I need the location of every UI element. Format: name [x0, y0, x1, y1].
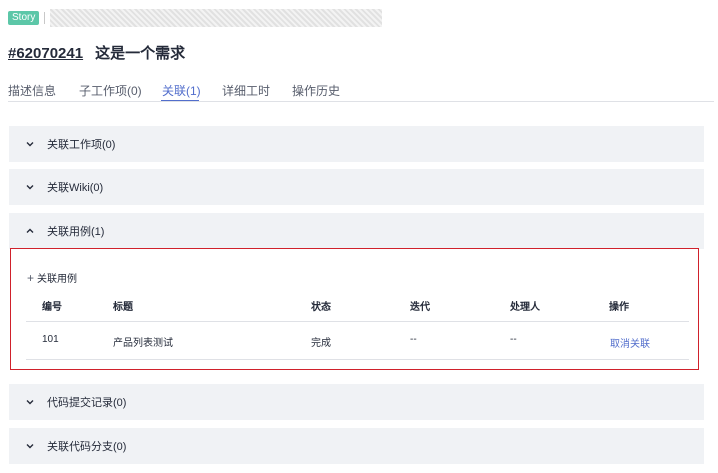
- issue-title: 这是一个需求: [95, 45, 186, 62]
- column-header-assignee: 处理人: [510, 302, 540, 313]
- add-test-case-button[interactable]: + 关联用例: [27, 270, 78, 286]
- plus-icon: +: [27, 270, 35, 285]
- panel-related-wiki[interactable]: 关联Wiki(0): [9, 169, 704, 205]
- chevron-down-icon: [25, 441, 35, 451]
- table-header-divider: [26, 321, 689, 322]
- chevron-down-icon: [25, 397, 35, 407]
- cell-status: 完成: [311, 338, 331, 349]
- header-divider: [44, 12, 46, 24]
- cell-title: 产品列表测试: [113, 338, 173, 349]
- panel-label: 代码提交记录(0): [47, 397, 127, 409]
- cell-id: 101: [42, 334, 59, 345]
- chevron-down-icon: [25, 139, 35, 149]
- issue-id-link[interactable]: #62070241: [8, 45, 83, 62]
- panel-label: 关联用例(1): [47, 226, 105, 238]
- panel-related-work-items[interactable]: 关联工作项(0): [9, 126, 704, 162]
- panel-label: 关联Wiki(0): [47, 182, 104, 194]
- chevron-down-icon: [25, 182, 35, 192]
- chevron-up-icon: [25, 226, 35, 236]
- column-header-title: 标题: [113, 302, 133, 313]
- tab-subitems[interactable]: 子工作项(0): [79, 82, 142, 99]
- panel-code-commits[interactable]: 代码提交记录(0): [9, 384, 704, 420]
- tab-divider: [8, 101, 714, 102]
- panel-related-branches[interactable]: 关联代码分支(0): [9, 428, 704, 464]
- story-badge: Story: [8, 11, 40, 25]
- panel-label: 关联工作项(0): [47, 139, 116, 151]
- table-row-divider: [26, 359, 689, 360]
- related-test-cases-content: + 关联用例 编号 标题 状态 迭代 处理人 操作 101 产品列表测试 完成 …: [10, 248, 699, 370]
- panel-label: 关联代码分支(0): [47, 441, 127, 453]
- blurred-breadcrumb: [50, 9, 383, 27]
- cell-assignee: --: [510, 334, 517, 345]
- unlink-button[interactable]: 取消关联: [610, 335, 650, 350]
- tab-history[interactable]: 操作历史: [292, 82, 340, 99]
- cell-iteration: --: [410, 334, 417, 345]
- header-row: Story: [8, 9, 383, 27]
- panel-related-test-cases[interactable]: 关联用例(1): [9, 213, 704, 249]
- tab-bar: 描述信息 子工作项(0) 关联(1) 详细工时 操作历史: [8, 82, 706, 102]
- tab-description[interactable]: 描述信息: [8, 82, 56, 99]
- tab-work-hours[interactable]: 详细工时: [222, 82, 270, 99]
- title-row: #62070241 这是一个需求: [8, 42, 185, 63]
- column-header-actions: 操作: [609, 302, 629, 313]
- column-header-id: 编号: [42, 302, 62, 313]
- column-header-status: 状态: [311, 302, 331, 313]
- add-test-case-label: 关联用例: [37, 274, 78, 285]
- tab-relations[interactable]: 关联(1): [162, 82, 201, 99]
- column-header-iteration: 迭代: [410, 302, 430, 313]
